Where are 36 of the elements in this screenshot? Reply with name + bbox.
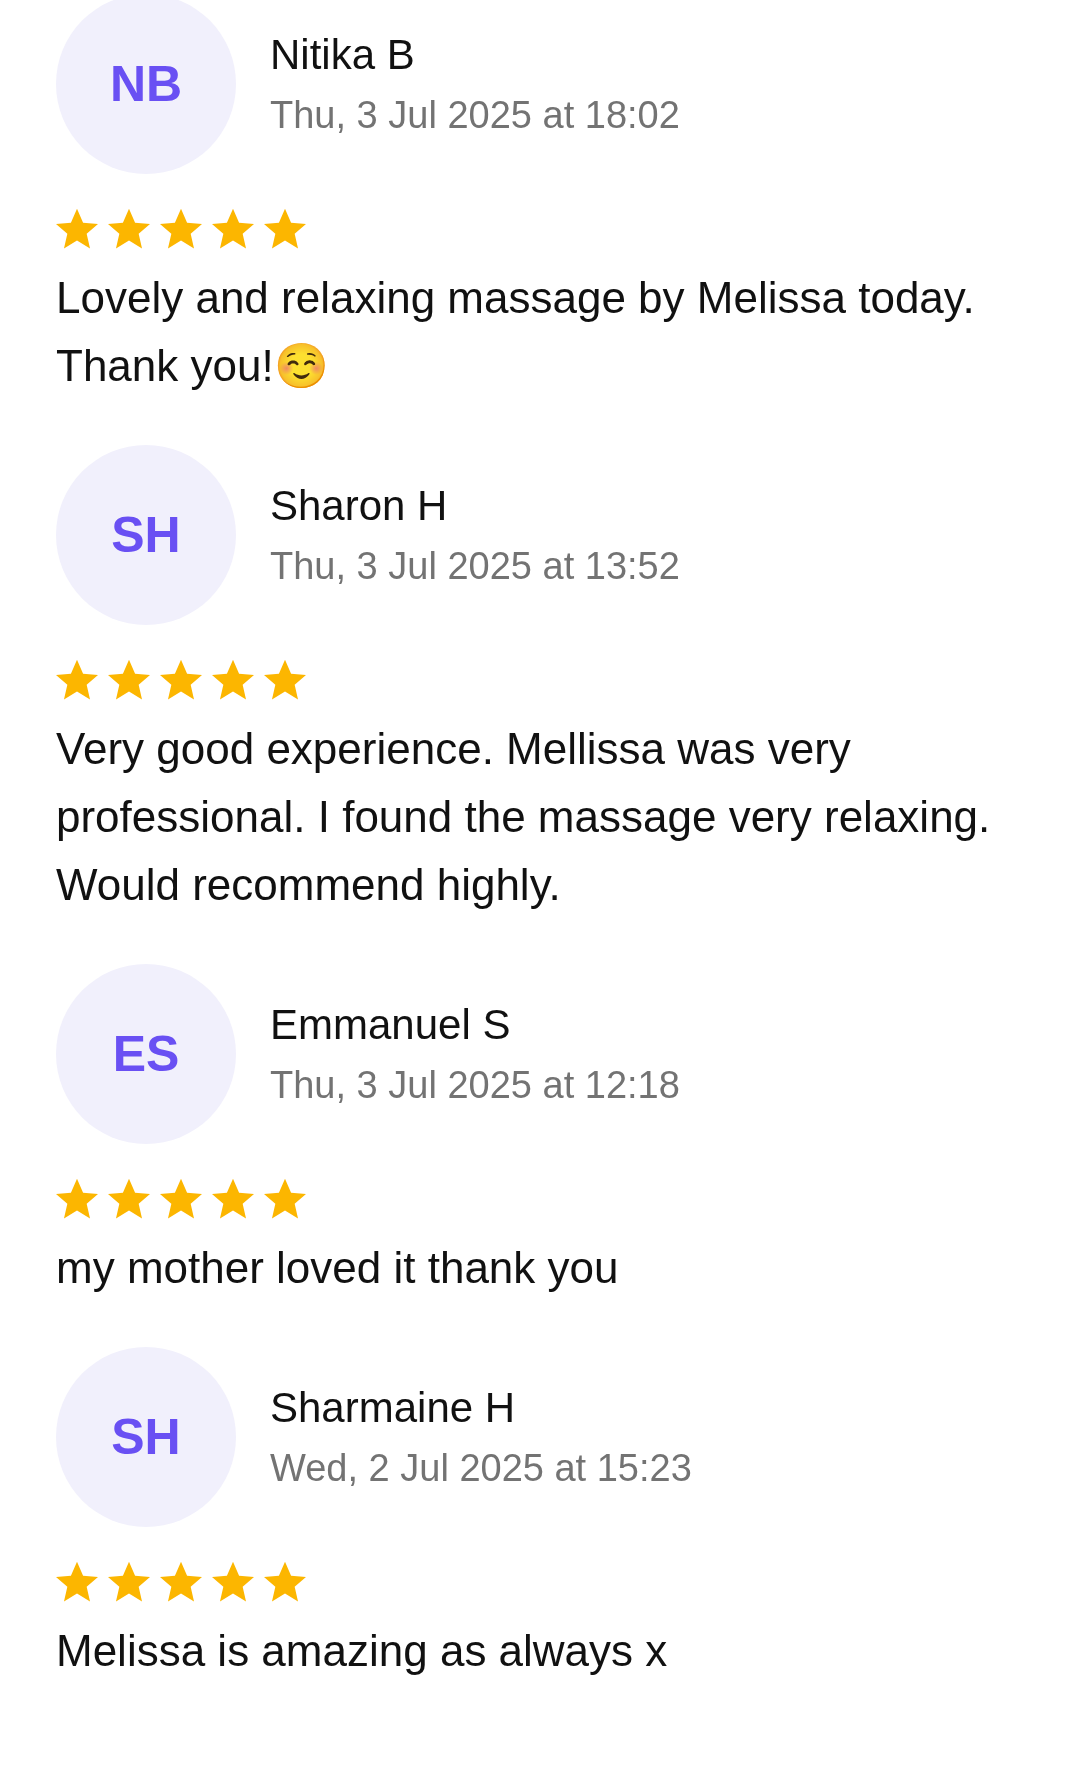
star-icon [160,1561,202,1603]
review-date: Thu, 3 Jul 2025 at 13:52 [270,544,680,589]
star-icon [56,1561,98,1603]
star-icon [264,1561,306,1603]
avatar: SH [56,1347,236,1527]
star-icon [56,1178,98,1220]
review-text: Lovely and relaxing massage by Melissa today. Thank you!☺ [56,272,976,392]
avatar: ES [56,964,236,1144]
avatar: NB [56,0,236,174]
star-icon [108,208,150,250]
star-icon [212,1561,254,1603]
star-icon [108,659,150,701]
review-date: Thu, 3 Jul 2025 at 18:02 [270,93,680,138]
star-icon [160,208,202,250]
reviewer-name: Nitika B [270,30,416,80]
star-icon [160,659,202,701]
review-text: Very good experience. Mellissa was very professional. I found the massage very relaxing. Would recommend highly. [56,723,992,911]
review-text: Melissa is amazing as always x [56,1625,669,1677]
reviewer-name: Sharmaine H [270,1383,517,1433]
star-icon [212,208,254,250]
review-date: Thu, 3 Jul 2025 at 12:18 [270,1063,680,1108]
reviewer-name: Sharon H [270,481,449,531]
star-icon [108,1178,150,1220]
star-icon [264,1178,306,1220]
review-text: my mother loved it thank you [56,1242,620,1294]
star-icon [56,208,98,250]
star-icon [108,1561,150,1603]
star-icon [212,1178,254,1220]
reviewer-name: Emmanuel S [270,1000,512,1050]
star-icon [160,1178,202,1220]
avatar: SH [56,445,236,625]
star-icon [264,208,306,250]
review-date: Wed, 2 Jul 2025 at 15:23 [270,1446,692,1491]
star-icon [56,659,98,701]
star-icon [212,659,254,701]
star-icon [264,659,306,701]
